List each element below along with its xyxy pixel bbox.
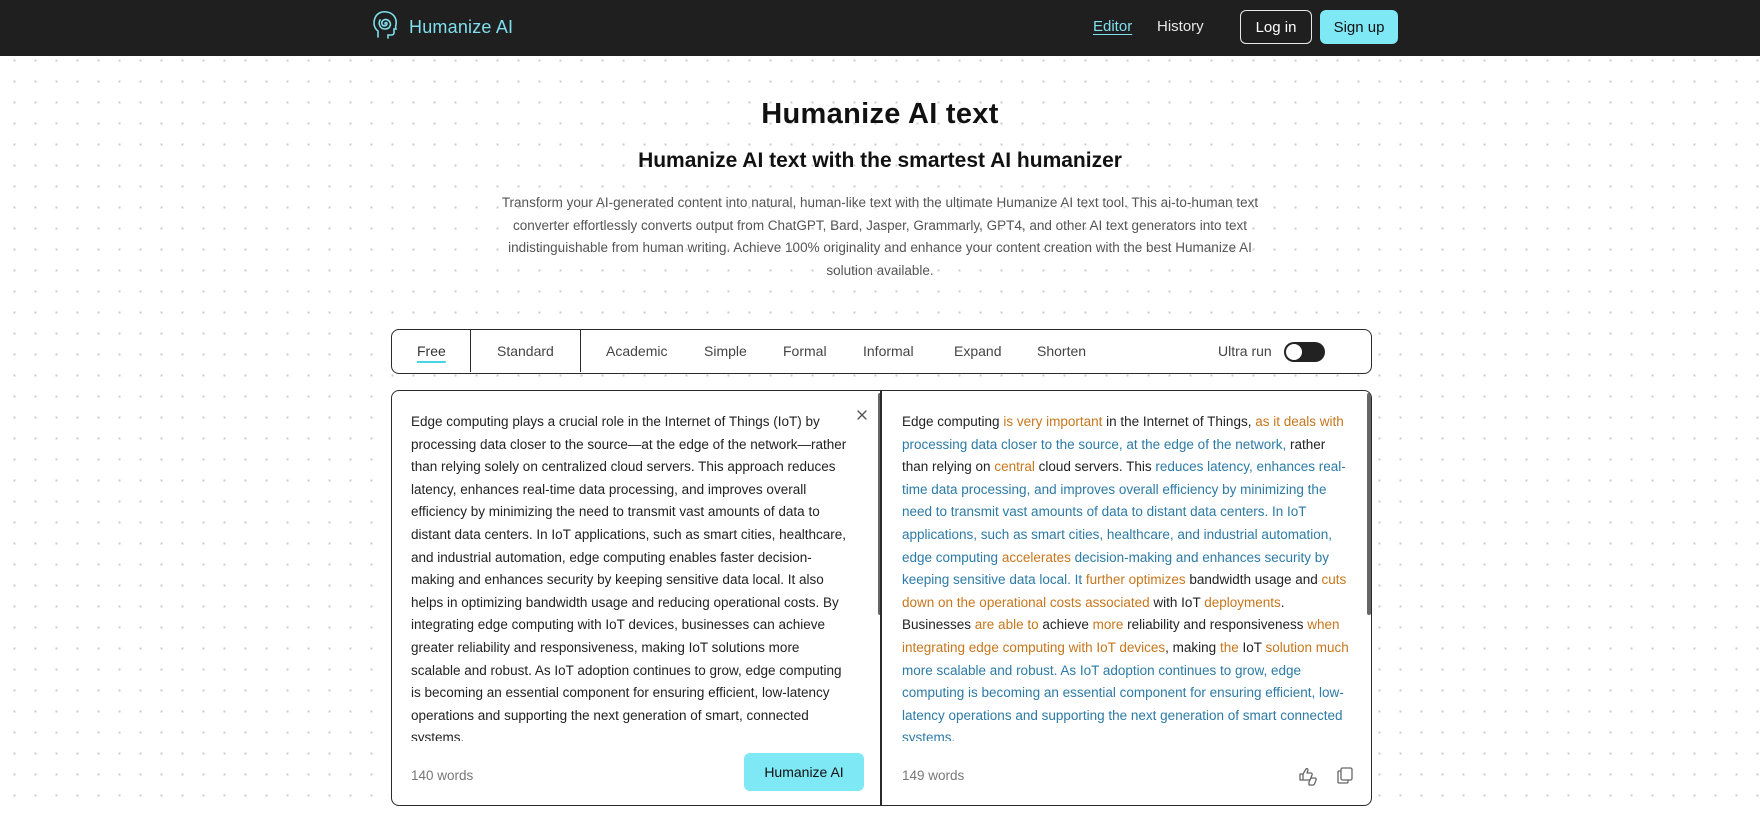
brand[interactable]: Humanize AI	[370, 9, 514, 46]
mode-tab-formal[interactable]: Formal	[783, 343, 827, 359]
output-scrollbar[interactable]	[1367, 393, 1371, 615]
output-segment-plain: bandwidth usage and	[1185, 572, 1322, 588]
output-segment-changed: deployments	[1204, 594, 1281, 610]
output-segment-plain: Edge computing	[902, 414, 1004, 429]
input-word-count: 140 words	[411, 768, 474, 783]
page-subtitle: Humanize AI text with the smartest AI hu…	[638, 149, 1122, 172]
humanize-button[interactable]: Humanize AI	[744, 753, 864, 791]
output-segment-kept: processing data closer to the source, at…	[902, 436, 1287, 452]
head-spiral-icon	[370, 9, 400, 46]
mode-tab-standard[interactable]: Standard	[497, 343, 554, 359]
output-segment-plain: IoT	[1238, 639, 1266, 655]
mode-tab-expand[interactable]: Expand	[954, 343, 1001, 359]
copy-icon[interactable]	[1335, 765, 1355, 785]
mode-tab-simple[interactable]: Simple	[704, 343, 747, 359]
mode-selector-bar: Free Standard Academic Simple Formal Inf…	[391, 329, 1372, 374]
ultra-run-toggle[interactable]	[1284, 342, 1325, 362]
output-segment-plain: cloud servers. This	[1034, 459, 1156, 475]
top-navigation-bar: Humanize AI Editor History Log in Sign u…	[0, 0, 1760, 56]
output-segment-changed: is very important	[1003, 414, 1103, 429]
output-segment-changed: as it deals with	[1255, 414, 1344, 429]
mode-divider	[470, 330, 471, 372]
mode-divider	[580, 330, 581, 372]
output-word-count: 149 words	[902, 768, 965, 783]
brand-name: Humanize AI	[409, 16, 514, 37]
input-textarea[interactable]: Edge computing plays a crucial role in t…	[411, 411, 851, 741]
panel-divider	[880, 391, 882, 805]
toggle-knob	[1286, 344, 1302, 360]
output-segment-plain: reliability and responsiveness	[1123, 617, 1308, 633]
close-icon[interactable]	[855, 408, 869, 422]
output-segment-plain: achieve	[1038, 617, 1093, 633]
output-segment-changed: the	[1219, 639, 1239, 655]
output-segment-changed: further optimizes	[1082, 572, 1186, 588]
output-text: Edge computing is very important in the …	[902, 411, 1352, 741]
editor-container: Edge computing plays a crucial role in t…	[391, 390, 1372, 806]
output-segment-plain: in the Internet of Things,	[1102, 414, 1256, 429]
output-segment-changed: solution much	[1265, 639, 1349, 655]
nav-editor-link[interactable]: Editor	[1093, 18, 1132, 35]
output-segment-changed: accelerates	[998, 549, 1071, 565]
mode-tab-academic[interactable]: Academic	[606, 343, 667, 359]
signup-button[interactable]: Sign up	[1320, 10, 1398, 44]
output-segment-plain: , making	[1165, 639, 1220, 655]
page-description: Transform your AI-generated content into…	[501, 195, 1259, 278]
mode-tab-shorten[interactable]: Shorten	[1037, 343, 1086, 359]
ultra-run-label: Ultra run	[1218, 343, 1272, 359]
output-segment-changed: more	[1092, 617, 1124, 633]
login-button[interactable]: Log in	[1240, 10, 1312, 44]
output-segment-kept: more scalable and robust. As IoT adoptio…	[902, 662, 1344, 741]
nav-history-link[interactable]: History	[1157, 18, 1204, 35]
mode-tab-informal[interactable]: Informal	[863, 343, 914, 359]
output-segment-changed: are able to	[974, 617, 1039, 633]
thumbs-feedback-icon[interactable]	[1297, 765, 1319, 787]
mode-tab-free[interactable]: Free	[417, 343, 446, 359]
output-segment-plain: with IoT	[1149, 594, 1205, 610]
output-segment-changed: central	[994, 459, 1035, 475]
page-title: Humanize AI text	[761, 98, 999, 130]
